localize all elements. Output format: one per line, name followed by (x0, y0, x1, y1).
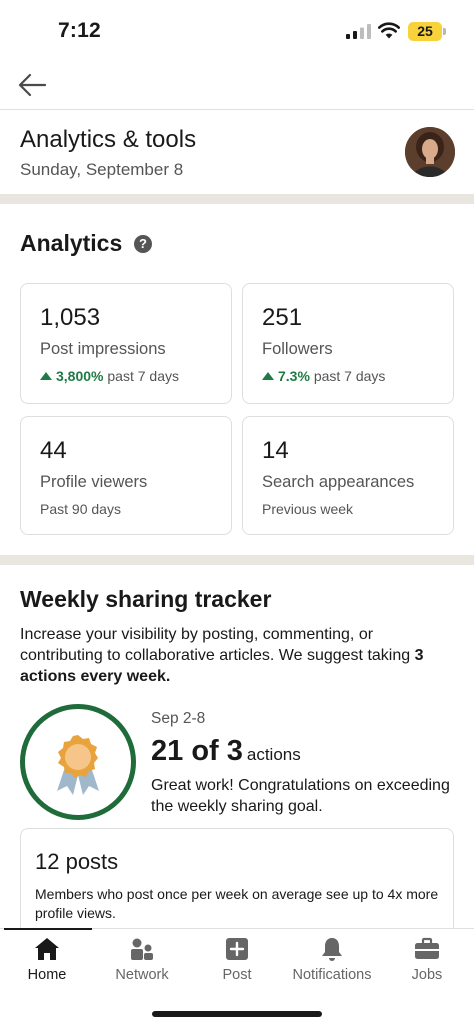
metric-change: 3,800% past 7 days (40, 368, 179, 384)
home-icon (35, 938, 59, 960)
tracker-description: Increase your visibility by posting, com… (20, 624, 460, 687)
metric-label: Profile viewers (40, 473, 148, 491)
tab-post[interactable]: Post (206, 929, 268, 989)
change-value: 7.3% (278, 368, 310, 384)
tab-network[interactable]: Network (106, 929, 178, 989)
tracker-count-value: 21 of 3 (151, 735, 243, 767)
analytics-title: Analytics (20, 230, 123, 256)
avatar[interactable] (405, 127, 455, 177)
battery-indicator: 25 (408, 22, 442, 41)
section-divider (0, 555, 474, 565)
tab-label: Jobs (411, 967, 443, 983)
home-indicator (152, 1011, 322, 1017)
change-value: 3,800% (56, 368, 104, 384)
posts-card-description: Members who post once per week on averag… (35, 886, 439, 921)
profile-photo (405, 127, 455, 177)
help-icon[interactable]: ? (134, 235, 152, 253)
bell-icon (322, 938, 342, 961)
title-block: Analytics & tools Sunday, September 8 (20, 126, 197, 179)
tab-home[interactable]: Home (12, 929, 82, 989)
page-title: Analytics & tools (20, 126, 197, 153)
metric-value: 44 (40, 437, 67, 464)
network-icon (131, 938, 153, 960)
status-time: 7:12 (58, 19, 101, 42)
metric-label: Post impressions (40, 340, 166, 358)
award-ribbon-icon (57, 735, 99, 795)
metric-period: Previous week (262, 501, 354, 517)
tracker-message: Great work! Congratulations on exceeding… (151, 777, 450, 815)
tab-label: Post (222, 967, 252, 983)
metric-value: 1,053 (40, 304, 101, 331)
nav-header (0, 62, 474, 110)
page-date: Sunday, September 8 (20, 160, 184, 179)
battery-nub (443, 28, 446, 35)
change-suffix: past 7 days (313, 368, 386, 384)
tab-label: Home (27, 967, 67, 983)
battery-level: 25 (417, 23, 433, 39)
section-divider (0, 194, 474, 204)
trend-up-icon (262, 372, 274, 380)
post-plus-icon (226, 938, 248, 960)
metric-value: 251 (262, 304, 303, 331)
tracker-desc-text: Increase your visibility by posting, com… (20, 626, 415, 664)
change-suffix: past 7 days (107, 368, 179, 384)
posts-card[interactable]: 12 posts Members who post once per week … (20, 828, 454, 938)
wifi-icon (378, 22, 400, 39)
progress-ring (20, 704, 136, 820)
tracker-date-range: Sep 2-8 (151, 710, 206, 727)
back-arrow-icon[interactable] (16, 70, 50, 100)
trend-up-icon (40, 372, 52, 380)
metric-card-followers[interactable]: 251 Followers 7.3% past 7 days (242, 283, 454, 404)
metric-label: Followers (262, 340, 333, 358)
briefcase-icon (415, 937, 439, 959)
metric-label: Search appearances (262, 473, 415, 491)
tab-notifications[interactable]: Notifications (286, 929, 378, 989)
tab-jobs[interactable]: Jobs (400, 929, 454, 989)
metric-change: 7.3% past 7 days (262, 368, 385, 384)
metric-card-post-impressions[interactable]: 1,053 Post impressions 3,800% past 7 day… (20, 283, 232, 404)
tracker-count: 21 of 3 actions (151, 735, 301, 768)
tab-label: Notifications (292, 967, 372, 983)
metric-card-search-appearances[interactable]: 14 Search appearances Previous week (242, 416, 454, 535)
metric-period: Past 90 days (40, 501, 121, 517)
bottom-tab-bar: Home Network Post Notifications Jobs (0, 928, 474, 1025)
status-bar: 7:12 25 (0, 0, 474, 62)
posts-card-title: 12 posts (35, 849, 119, 874)
tracker-count-unit: actions (246, 745, 301, 764)
cellular-signal-icon (346, 24, 371, 39)
tab-label: Network (115, 967, 169, 983)
tracker-title: Weekly sharing tracker (20, 586, 272, 612)
metric-card-profile-viewers[interactable]: 44 Profile viewers Past 90 days (20, 416, 232, 535)
metric-value: 14 (262, 437, 289, 464)
